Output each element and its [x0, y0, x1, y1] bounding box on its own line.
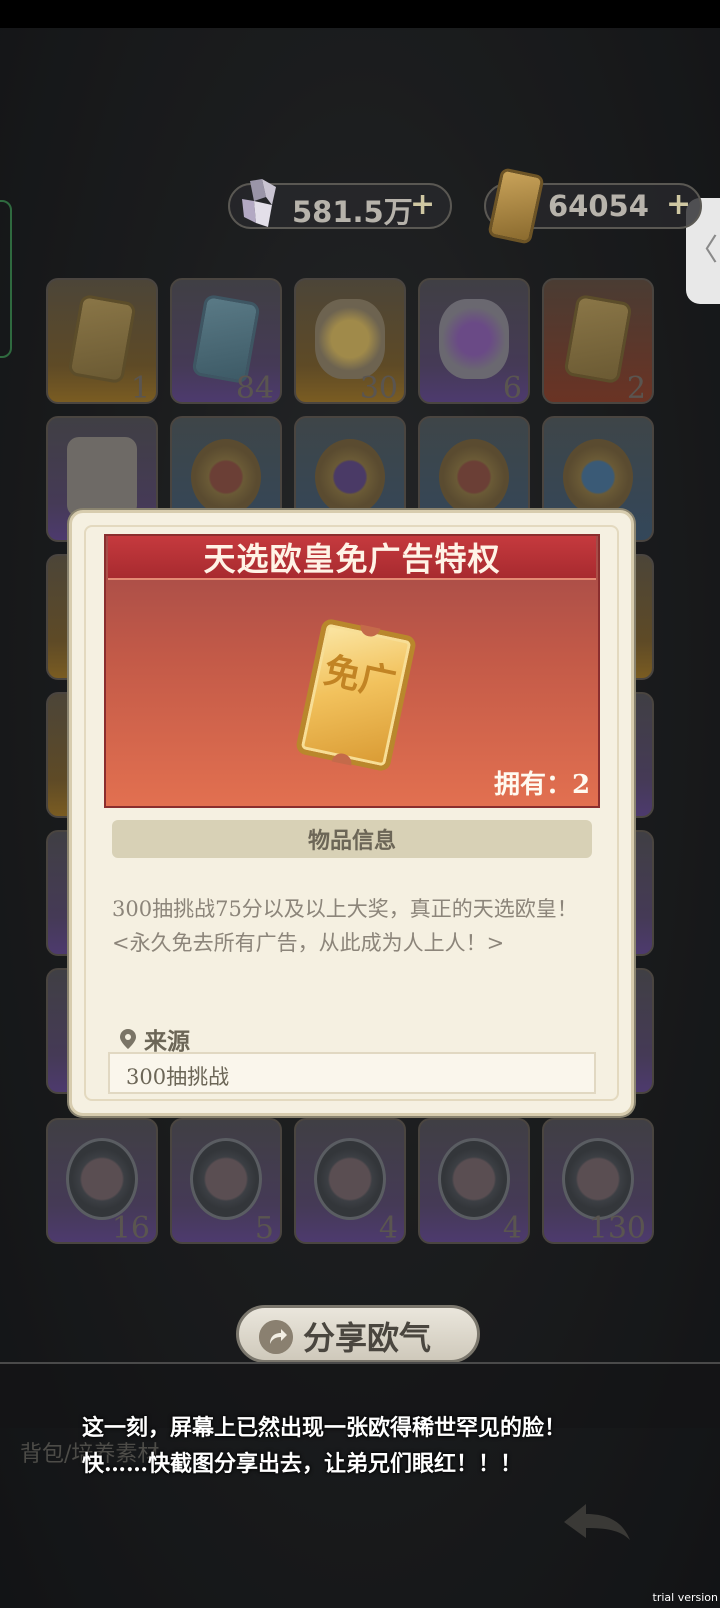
- add-tickets-button[interactable]: +: [666, 187, 691, 222]
- source-entry[interactable]: 300抽挑战: [108, 1052, 596, 1094]
- item-count: 6: [502, 371, 522, 404]
- item-count: 16: [111, 1211, 150, 1244]
- inventory-slot[interactable]: 30: [294, 278, 406, 404]
- chevron-left-icon: 〈: [688, 233, 718, 268]
- inventory-slot[interactable]: 4: [418, 1118, 530, 1244]
- add-crystals-button[interactable]: +: [410, 187, 435, 222]
- share-caption-line: 快……快截图分享出去，让弟兄们眼红！！！: [82, 1451, 523, 1477]
- ticket-currency: 64054 +: [484, 167, 702, 245]
- item-count: 2: [626, 371, 646, 404]
- character-portrait-icon: [190, 1137, 262, 1220]
- item-count: 130: [588, 1211, 646, 1244]
- ad-free-ticket-icon: [563, 293, 633, 384]
- share-luck-button[interactable]: 分享欧气: [236, 1305, 480, 1363]
- source-value: 300抽挑战: [126, 1065, 230, 1089]
- back-arrow-icon[interactable]: [560, 1498, 634, 1548]
- crystal-icon: [242, 179, 276, 227]
- location-pin-icon: [120, 1029, 136, 1049]
- watermark: trial version: [652, 1591, 718, 1604]
- item-description: 300抽挑战75分以及以上大奖，真正的天选欧皇！ <永久免去所有广告，从此成为人…: [112, 892, 592, 960]
- inventory-slot[interactable]: 6: [418, 278, 530, 404]
- inventory-slot[interactable]: 4: [294, 1118, 406, 1244]
- item-count: 1: [130, 371, 150, 404]
- item-info-title: 物品信息: [307, 828, 396, 854]
- item-count: 4: [502, 1211, 522, 1244]
- share-icon: [259, 1320, 293, 1354]
- medal-icon: [191, 438, 261, 515]
- share-button-label: 分享欧气: [303, 1319, 432, 1357]
- item-count: 84: [235, 371, 274, 404]
- crystal-currency: 581.5万 +: [228, 179, 452, 229]
- item-count: 5: [254, 1211, 274, 1244]
- ticket-text: 免广: [320, 649, 400, 706]
- purple-egg-icon: [439, 298, 509, 379]
- item-count: 30: [359, 371, 398, 404]
- ad-free-ticket-icon: [67, 293, 137, 384]
- owned-count: 拥有：2: [494, 770, 591, 800]
- inventory-slot[interactable]: 1: [46, 278, 158, 404]
- inventory-slot[interactable]: 2: [542, 278, 654, 404]
- ticket-amount: 64054: [548, 189, 649, 223]
- description-line: 300抽挑战75分以及以上大奖，真正的天选欧皇！: [112, 897, 578, 921]
- source-label: 来源: [120, 1022, 190, 1056]
- status-bar: [0, 0, 720, 28]
- share-caption-line: 这一刻，屏幕上已然出现一张欧得稀世罕见的脸！: [82, 1415, 567, 1441]
- item-title-bar: 天选欧皇免广告特权: [108, 536, 596, 580]
- item-info-header: 物品信息: [112, 820, 592, 858]
- share-caption: 这一刻，屏幕上已然出现一张欧得稀世罕见的脸！ 快……快截图分享出去，让弟兄们眼红…: [82, 1410, 566, 1482]
- crystal-amount: 581.5万: [292, 195, 413, 229]
- medal-icon: [315, 438, 385, 515]
- inventory-slot[interactable]: 16: [46, 1118, 158, 1244]
- left-edge-tab[interactable]: [0, 200, 12, 358]
- inventory-slot[interactable]: 130: [542, 1118, 654, 1244]
- character-portrait-icon: [314, 1137, 386, 1220]
- description-line: <永久免去所有广告，从此成为人上人！>: [112, 931, 505, 955]
- gold-egg-icon: [315, 298, 385, 379]
- character-portrait-icon: [562, 1137, 634, 1220]
- character-portrait-icon: [66, 1137, 138, 1220]
- inventory-slot[interactable]: 84: [170, 278, 282, 404]
- item-title: 天选欧皇免广告特权: [203, 540, 501, 578]
- medal-icon: [439, 438, 509, 515]
- character-portrait-icon: [438, 1137, 510, 1220]
- inventory-slot[interactable]: 5: [170, 1118, 282, 1244]
- item-count: 4: [378, 1211, 398, 1244]
- source-label-text: 来源: [144, 1028, 190, 1055]
- medal-icon: [563, 438, 633, 515]
- scroll-icon: [67, 436, 137, 517]
